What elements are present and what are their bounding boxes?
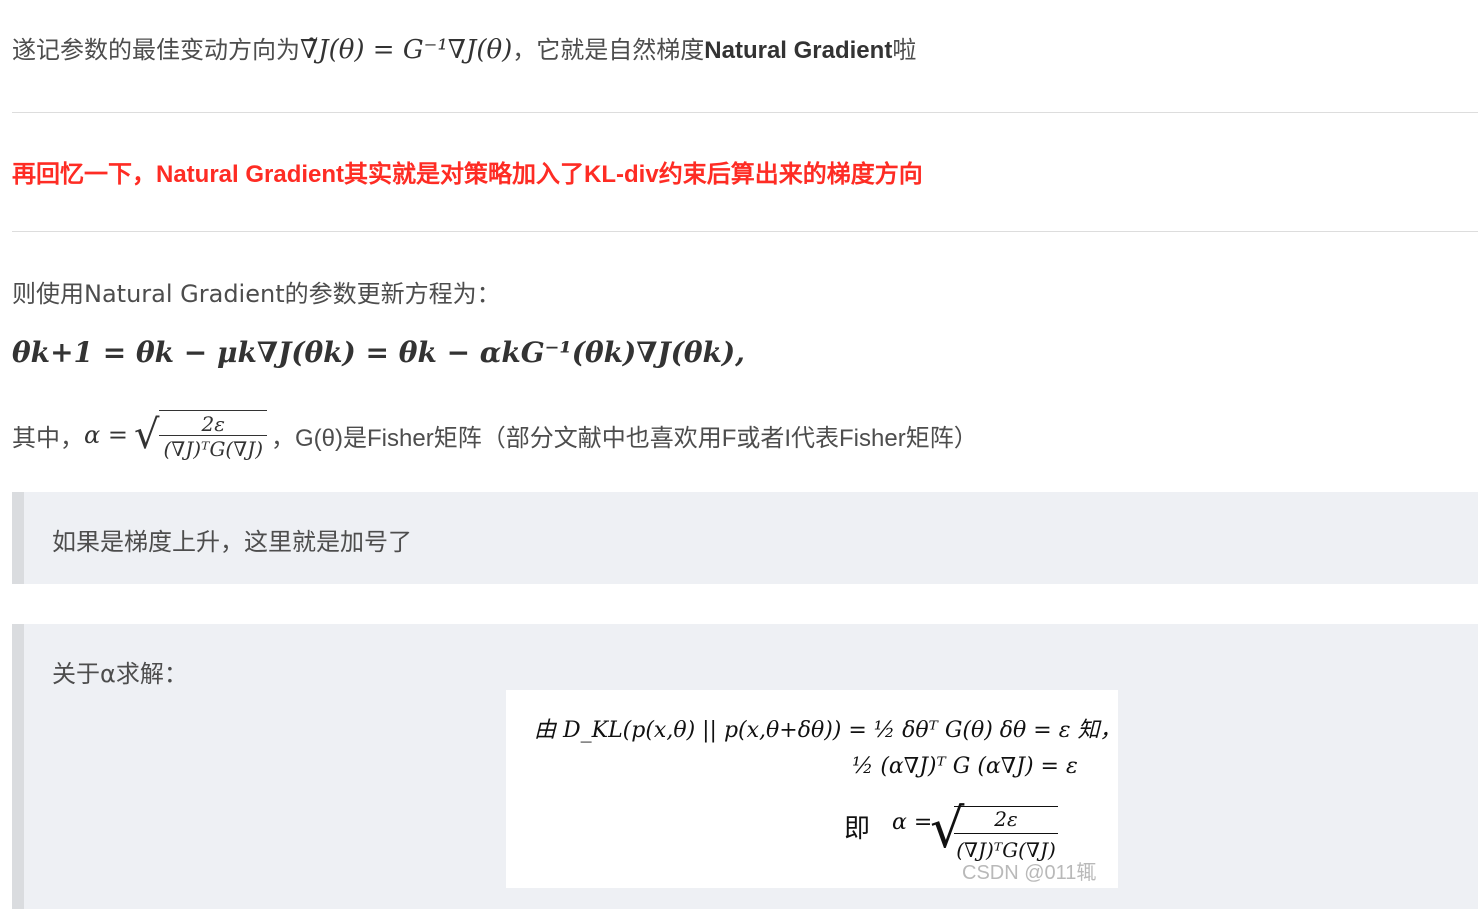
- para1-prefix: 遂记参数的最佳变动方向为: [12, 36, 300, 64]
- divider-2: [12, 231, 1478, 232]
- paragraph-recall-highlight: 再回忆一下，Natural Gradient其实就是对策略加入了KL-div约束…: [12, 161, 923, 188]
- handwritten-line-2: ½ (α∇J)ᵀ G (α∇J) = ε: [852, 754, 1078, 779]
- paragraph-update-intro: 则使用Natural Gradient的参数更新方程为：: [12, 280, 501, 308]
- alpha-symbol: α =: [84, 421, 128, 449]
- equation-parameter-update: θk+1 = θk − μk∇J(θk) = θk − αkG⁻¹(θk)∇J(…: [12, 336, 745, 369]
- handwritten-line-1: 由 D_KL(p(x,θ) || p(x,θ+δθ)) = ½ δθᵀ G(θ)…: [534, 718, 1122, 743]
- alpha-denominator: (∇J)ᵀG(∇J): [159, 435, 268, 460]
- paragraph-alpha-definition: 其中， α = √ 2ε (∇J)ᵀG(∇J) ，G(θ)是Fisher矩阵（部…: [12, 404, 978, 466]
- watermark-text: CSDN @011辄: [962, 862, 1097, 884]
- para1-suffix: 啦: [892, 36, 917, 64]
- quote1-text: 如果是梯度上升，这里就是加号了: [52, 528, 412, 556]
- para4-suffix: ，G(θ)是Fisher矩阵（部分文献中也喜欢用F或者I代表Fisher矩阵）: [271, 424, 978, 452]
- alpha-numerator: 2ε: [201, 412, 225, 436]
- formula-natural-gradient: ∇̃J(θ) = G⁻¹∇J(θ): [300, 35, 513, 65]
- quote2-title: 关于α求解：: [52, 660, 188, 688]
- paragraph-natural-gradient-direction: 遂记参数的最佳变动方向为∇̃J(θ) = G⁻¹∇J(θ)，它就是自然梯度Nat…: [12, 30, 916, 65]
- handwritten-fraction: 2ε (∇J)ᵀG(∇J): [954, 806, 1058, 862]
- blockquote-gradient-ascent-note: 如果是梯度上升，这里就是加号了: [12, 492, 1478, 584]
- para1-mid: ，它就是自然梯度: [512, 36, 705, 64]
- handwritten-numerator: 2ε: [954, 807, 1058, 834]
- handwritten-derivation-image: 由 D_KL(p(x,θ) || p(x,θ+δθ)) = ½ δθᵀ G(θ)…: [506, 690, 1122, 888]
- update-equation-text: θk+1 = θk − μk∇J(θk) = θk − αkG⁻¹(θk)∇J(…: [12, 336, 745, 369]
- handwritten-line-3-prefix: 即: [844, 814, 871, 844]
- divider-1: [12, 112, 1478, 113]
- term-natural-gradient: Natural Gradient: [704, 37, 893, 64]
- alpha-fraction: 2ε (∇J)ᵀG(∇J): [159, 410, 268, 460]
- sqrt-sign: √: [133, 412, 160, 458]
- handwritten-line-3-alpha: α =: [892, 810, 933, 835]
- para4-prefix: 其中，: [12, 423, 84, 452]
